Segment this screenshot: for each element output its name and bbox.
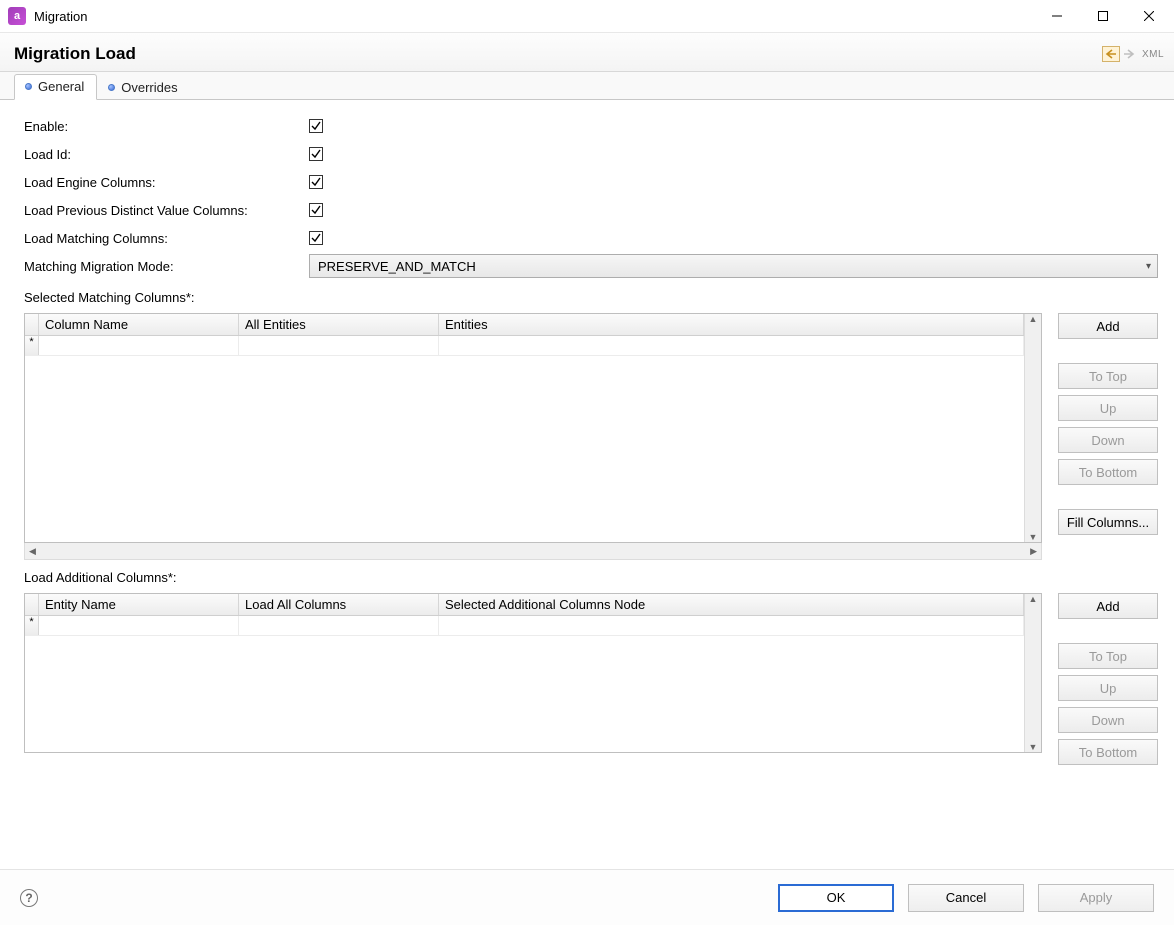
maximize-button[interactable] <box>1080 1 1126 31</box>
grid-col-header[interactable]: All Entities <box>239 314 439 335</box>
grid-col-header[interactable]: Selected Additional Columns Node <box>439 594 1024 615</box>
additional-columns-grid[interactable]: Entity Name Load All Columns Selected Ad… <box>24 593 1042 753</box>
minimize-button[interactable] <box>1034 1 1080 31</box>
matching-columns-grid[interactable]: Column Name All Entities Entities * ▲ <box>24 313 1042 543</box>
add-additional-button[interactable]: Add <box>1058 593 1158 619</box>
matching-mode-select[interactable]: PRESERVE_AND_MATCH ▾ <box>309 254 1158 278</box>
grid-vertical-scrollbar[interactable]: ▲ ▼ <box>1024 594 1041 752</box>
grid-col-header[interactable]: Load All Columns <box>239 594 439 615</box>
grid-col-header[interactable]: Entities <box>439 314 1024 335</box>
load-additional-columns-label: Load Additional Columns*: <box>24 570 1162 585</box>
scroll-up-icon: ▲ <box>1029 314 1038 324</box>
load-engine-columns-label: Load Engine Columns: <box>24 175 309 190</box>
nav-back-button[interactable] <box>1102 46 1120 62</box>
grid-new-row[interactable]: * <box>25 616 1024 636</box>
tab-general[interactable]: General <box>14 74 97 100</box>
footer: ? OK Cancel Apply <box>0 869 1174 925</box>
ok-button[interactable]: OK <box>778 884 894 912</box>
apply-button[interactable]: Apply <box>1038 884 1154 912</box>
to-bottom-additional-button[interactable]: To Bottom <box>1058 739 1158 765</box>
nav-forward-button[interactable] <box>1120 46 1138 62</box>
grid-new-row[interactable]: * <box>25 336 1024 356</box>
xml-label[interactable]: XML <box>1142 49 1164 60</box>
check-icon <box>311 121 321 131</box>
help-icon: ? <box>25 891 32 905</box>
arrow-left-icon <box>1105 49 1117 59</box>
tab-dot-icon <box>108 84 115 91</box>
down-additional-button[interactable]: Down <box>1058 707 1158 733</box>
scroll-down-icon: ▼ <box>1029 742 1038 752</box>
matching-mode-label: Matching Migration Mode: <box>24 259 309 274</box>
grid-horizontal-scrollbar[interactable]: ◀ ▶ <box>24 543 1042 560</box>
check-icon <box>311 149 321 159</box>
header-strip: Migration Load XML <box>0 32 1174 72</box>
to-top-additional-button[interactable]: To Top <box>1058 643 1158 669</box>
enable-checkbox[interactable] <box>309 119 323 133</box>
load-matching-columns-checkbox[interactable] <box>309 231 323 245</box>
load-matching-columns-label: Load Matching Columns: <box>24 231 309 246</box>
close-icon <box>1144 11 1154 21</box>
load-id-label: Load Id: <box>24 147 309 162</box>
grid-col-header[interactable]: Entity Name <box>39 594 239 615</box>
titlebar: a Migration <box>0 0 1174 32</box>
up-matching-button[interactable]: Up <box>1058 395 1158 421</box>
check-icon <box>311 205 321 215</box>
check-icon <box>311 233 321 243</box>
scroll-left-icon: ◀ <box>29 546 36 557</box>
add-matching-button[interactable]: Add <box>1058 313 1158 339</box>
to-bottom-matching-button[interactable]: To Bottom <box>1058 459 1158 485</box>
scroll-down-icon: ▼ <box>1029 532 1038 542</box>
grid-rowhead-new: * <box>25 616 39 635</box>
cancel-button[interactable]: Cancel <box>908 884 1024 912</box>
chevron-down-icon: ▾ <box>1146 261 1151 272</box>
fill-columns-button[interactable]: Fill Columns... <box>1058 509 1158 535</box>
arrow-right-icon <box>1123 49 1135 59</box>
tab-overrides[interactable]: Overrides <box>97 75 190 100</box>
check-icon <box>311 177 321 187</box>
load-prev-distinct-label: Load Previous Distinct Value Columns: <box>24 203 309 218</box>
window-title: Migration <box>34 9 87 24</box>
up-additional-button[interactable]: Up <box>1058 675 1158 701</box>
scroll-right-icon: ▶ <box>1030 546 1037 557</box>
app-icon: a <box>8 7 26 25</box>
down-matching-button[interactable]: Down <box>1058 427 1158 453</box>
load-id-checkbox[interactable] <box>309 147 323 161</box>
load-engine-columns-checkbox[interactable] <box>309 175 323 189</box>
scroll-up-icon: ▲ <box>1029 594 1038 604</box>
to-top-matching-button[interactable]: To Top <box>1058 363 1158 389</box>
tab-label: Overrides <box>121 80 177 95</box>
page-title: Migration Load <box>14 44 136 64</box>
minimize-icon <box>1052 11 1062 21</box>
tabbar: General Overrides <box>0 72 1174 100</box>
selected-matching-columns-label: Selected Matching Columns*: <box>24 290 1162 305</box>
grid-col-header[interactable]: Column Name <box>39 314 239 335</box>
main-content: Enable: Load Id: Load Engine Columns: Lo… <box>0 100 1174 869</box>
select-value: PRESERVE_AND_MATCH <box>318 259 476 274</box>
grid-vertical-scrollbar[interactable]: ▲ ▼ <box>1024 314 1041 542</box>
tab-dot-icon <box>25 83 32 90</box>
tab-label: General <box>38 79 84 94</box>
load-prev-distinct-checkbox[interactable] <box>309 203 323 217</box>
close-button[interactable] <box>1126 1 1172 31</box>
enable-label: Enable: <box>24 119 309 134</box>
grid-rowhead-new: * <box>25 336 39 355</box>
help-button[interactable]: ? <box>20 889 38 907</box>
maximize-icon <box>1098 11 1108 21</box>
